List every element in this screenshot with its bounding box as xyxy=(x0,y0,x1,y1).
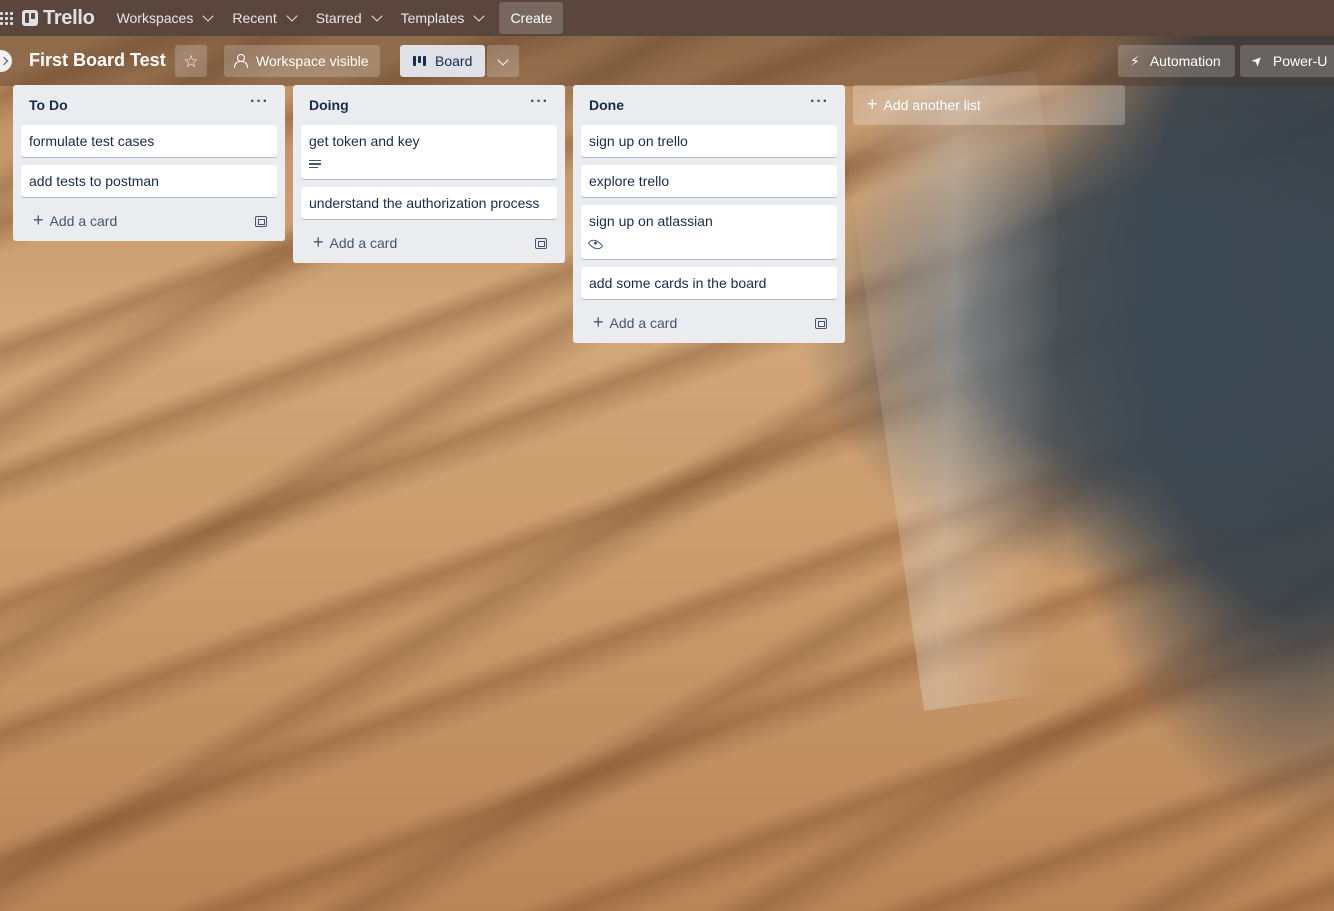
automation-button[interactable]: ⚡ Automation xyxy=(1118,45,1235,77)
description-icon xyxy=(309,159,321,169)
apps-grid-icon[interactable] xyxy=(0,0,18,36)
list-done[interactable]: Done ··· sign up on trello explore trell… xyxy=(573,85,845,343)
add-card-label: Add a card xyxy=(49,213,118,229)
list-header: Doing ··· xyxy=(301,85,557,125)
view-switcher-button[interactable] xyxy=(487,45,519,77)
card-template-icon[interactable] xyxy=(535,237,547,249)
eye-icon xyxy=(587,236,604,252)
plus-icon: + xyxy=(33,210,44,230)
chevron-down-icon xyxy=(202,10,215,22)
add-another-list-button[interactable]: + Add another list xyxy=(853,85,1125,125)
list-footer: + Add a card xyxy=(21,201,277,241)
plus-icon: + xyxy=(313,232,324,252)
card-template-icon[interactable] xyxy=(815,317,827,329)
power-ups-label: Power-U xyxy=(1272,53,1328,69)
logo-text: Trello xyxy=(43,6,95,29)
lightning-bolt-icon: ⚡ xyxy=(1130,52,1140,69)
list-to-do[interactable]: To Do ··· formulate test cases add tests… xyxy=(13,85,285,241)
card-title: get token and key xyxy=(309,133,420,149)
list-title[interactable]: Doing xyxy=(309,97,349,113)
plus-icon: + xyxy=(867,94,878,114)
workspaces-label: Workspaces xyxy=(116,10,194,26)
chevron-right-icon xyxy=(0,56,9,66)
list-menu-icon[interactable]: ··· xyxy=(530,94,549,110)
chevron-down-icon xyxy=(370,10,383,22)
list-menu-icon[interactable]: ··· xyxy=(250,94,269,110)
recent-menu[interactable]: Recent xyxy=(222,2,305,34)
board-view-button[interactable]: Board xyxy=(400,45,486,77)
automation-label: Automation xyxy=(1149,53,1221,69)
board-icon xyxy=(413,56,426,66)
starred-menu[interactable]: Starred xyxy=(306,2,391,34)
list-title[interactable]: Done xyxy=(589,97,624,113)
card[interactable]: add some cards in the board xyxy=(581,267,837,299)
card[interactable]: understand the authorization process xyxy=(301,187,557,219)
plus-icon: + xyxy=(593,312,604,332)
add-card-button[interactable]: + Add a card xyxy=(33,210,118,230)
add-card-label: Add a card xyxy=(329,235,398,251)
list-doing[interactable]: Doing ··· get token and key understand t… xyxy=(293,85,565,263)
recent-label: Recent xyxy=(232,10,277,26)
add-card-button[interactable]: + Add a card xyxy=(313,232,398,252)
list-footer: + Add a card xyxy=(301,223,557,263)
chevron-down-icon xyxy=(497,53,509,66)
card-badges xyxy=(587,236,829,252)
add-card-label: Add a card xyxy=(609,315,678,331)
board-title[interactable]: First Board Test xyxy=(29,50,166,71)
add-card-button[interactable]: + Add a card xyxy=(593,312,678,332)
templates-menu[interactable]: Templates xyxy=(391,2,494,34)
templates-label: Templates xyxy=(400,10,465,26)
rocket-icon: ➤ xyxy=(1247,51,1267,70)
trello-logo[interactable]: Trello xyxy=(22,7,95,30)
expand-sidebar-button[interactable] xyxy=(0,50,12,72)
create-button[interactable]: Create xyxy=(499,2,564,34)
card[interactable]: get token and key xyxy=(301,125,557,179)
card[interactable]: explore trello xyxy=(581,165,837,197)
board-header: First Board Test ☆ Workspace visible Boa… xyxy=(0,36,1334,86)
star-board-button[interactable]: ☆ xyxy=(175,45,207,77)
list-menu-icon[interactable]: ··· xyxy=(810,94,829,110)
people-icon xyxy=(234,54,248,68)
chevron-down-icon xyxy=(473,10,486,22)
board-view-label: Board xyxy=(435,53,473,69)
list-header: Done ··· xyxy=(581,85,837,125)
power-ups-button[interactable]: ➤ Power-U xyxy=(1240,45,1334,77)
visibility-button[interactable]: Workspace visible xyxy=(224,45,380,77)
card-badges xyxy=(309,157,549,171)
trello-logo-icon xyxy=(22,10,38,26)
list-header: To Do ··· xyxy=(21,85,277,125)
top-navigation: Trello Workspaces Recent Starred Templat… xyxy=(0,0,1334,36)
star-icon: ☆ xyxy=(183,51,199,71)
workspaces-menu[interactable]: Workspaces xyxy=(107,2,223,34)
visibility-label: Workspace visible xyxy=(256,53,369,69)
starred-label: Starred xyxy=(315,10,362,26)
card[interactable]: sign up on atlassian xyxy=(581,205,837,259)
list-footer: + Add a card xyxy=(581,303,837,343)
card-title: sign up on atlassian xyxy=(589,213,713,229)
list-title[interactable]: To Do xyxy=(29,97,68,113)
card[interactable]: formulate test cases xyxy=(21,125,277,157)
chevron-down-icon xyxy=(286,10,298,22)
card[interactable]: sign up on trello xyxy=(581,125,837,157)
card-template-icon[interactable] xyxy=(255,215,267,227)
card[interactable]: add tests to postman xyxy=(21,165,277,197)
add-list-label: Add another list xyxy=(883,97,981,113)
